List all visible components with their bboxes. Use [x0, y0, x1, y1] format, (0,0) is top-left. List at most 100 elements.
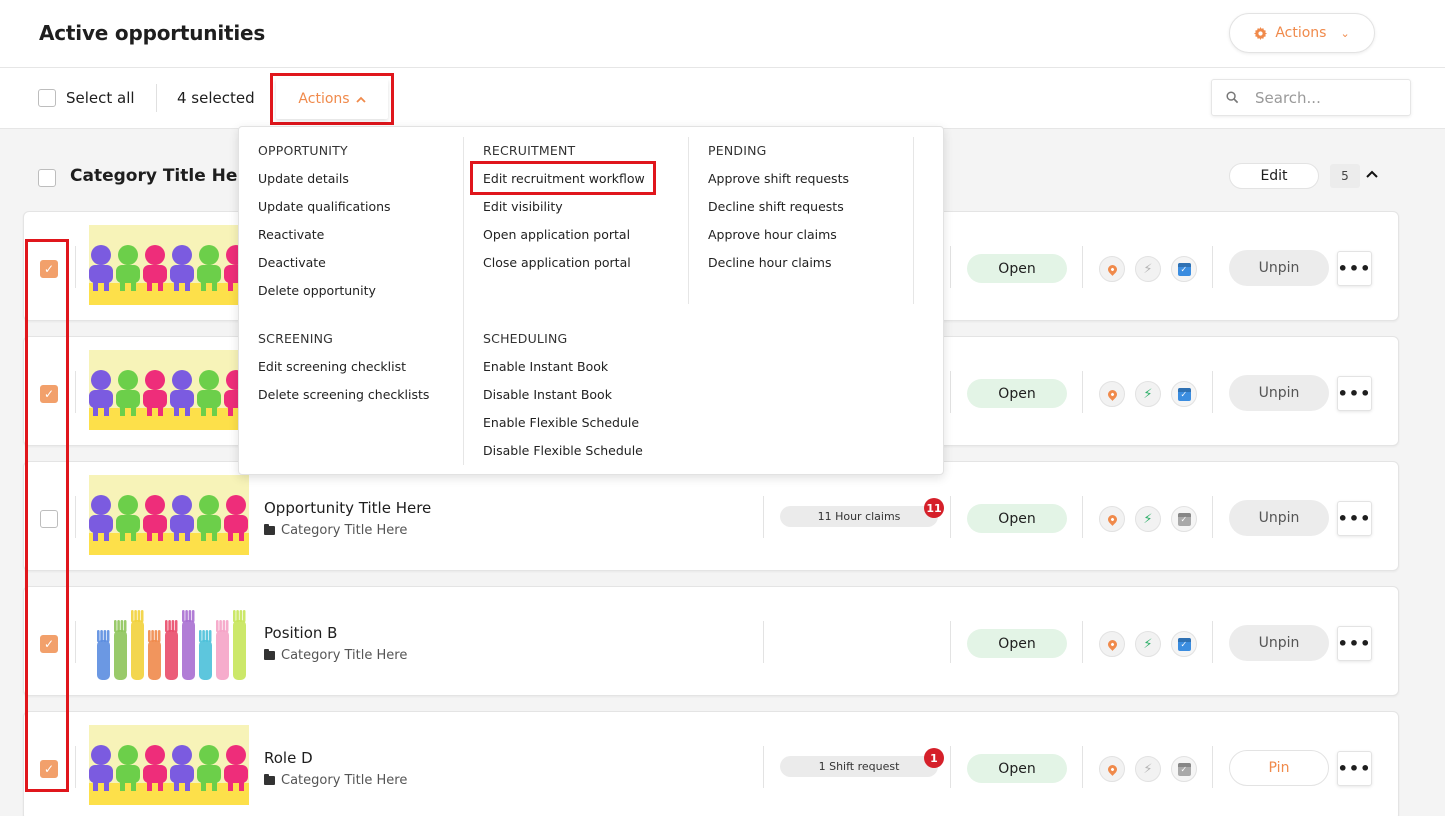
menu-item-approve-shift-requests[interactable]: Approve shift requests [708, 171, 849, 186]
card-divider [763, 621, 764, 663]
card-divider [1212, 246, 1213, 288]
more-horizontal-icon[interactable]: ••• [1337, 376, 1372, 411]
pending-count-badge: 1 [924, 748, 944, 768]
card-divider [1212, 621, 1213, 663]
select-all-checkbox[interactable] [38, 89, 56, 107]
search-box[interactable] [1211, 79, 1411, 116]
card-divider [1082, 621, 1083, 663]
card-divider [75, 246, 76, 288]
opportunity-thumbnail [89, 225, 249, 305]
pin-toggle-button[interactable]: Unpin [1229, 500, 1329, 536]
opportunity-checkbox[interactable]: ✓ [40, 635, 58, 653]
menu-item-open-application-portal[interactable]: Open application portal [483, 227, 630, 242]
opportunity-title[interactable]: Role D [264, 749, 313, 767]
chevron-up-icon[interactable] [1366, 166, 1378, 182]
location-pin-icon [1099, 506, 1125, 532]
card-divider [1082, 371, 1083, 413]
pin-toggle-button[interactable]: Unpin [1229, 625, 1329, 661]
menu-item-disable-flexible-schedule[interactable]: Disable Flexible Schedule [483, 443, 643, 458]
pin-toggle-button[interactable]: Unpin [1229, 375, 1329, 411]
opportunity-title[interactable]: Opportunity Title Here [264, 499, 431, 517]
menu-item-decline-shift-requests[interactable]: Decline shift requests [708, 199, 844, 214]
menu-column-1 [239, 137, 464, 465]
bulk-actions-highlight: Actions [270, 73, 394, 125]
more-horizontal-icon[interactable]: ••• [1337, 501, 1372, 536]
opportunity-checkbox[interactable]: ✓ [40, 760, 58, 778]
calendar-check-icon [1171, 256, 1197, 282]
menu-item-edit-screening-checklist[interactable]: Edit screening checklist [258, 359, 406, 374]
menu-heading-opportunity: OPPORTUNITY [258, 143, 348, 158]
menu-column-3 [688, 137, 914, 304]
opportunity-card[interactable]: Opportunity Title Here Category Title Her… [23, 461, 1399, 571]
opportunity-thumbnail [89, 475, 249, 555]
menu-item-deactivate[interactable]: Deactivate [258, 255, 326, 270]
menu-item-update-qualifications[interactable]: Update qualifications [258, 199, 391, 214]
card-divider [1212, 371, 1213, 413]
status-badge: Open [967, 629, 1067, 658]
menu-item-enable-flexible-schedule[interactable]: Enable Flexible Schedule [483, 415, 639, 430]
pending-pill[interactable]: 11 Hour claims [780, 506, 938, 527]
menu-item-delete-opportunity[interactable]: Delete opportunity [258, 283, 376, 298]
more-horizontal-icon[interactable]: ••• [1337, 751, 1372, 786]
menu-item-update-details[interactable]: Update details [258, 171, 349, 186]
category-select-checkbox[interactable] [38, 169, 56, 187]
opportunity-card[interactable]: ✓ Position B Category Title Here Open ⚡ Unpin… [23, 586, 1399, 696]
card-divider [1212, 496, 1213, 538]
header-actions-label: Actions [1275, 25, 1327, 41]
card-divider [763, 746, 764, 788]
opportunity-title[interactable]: Position B [264, 624, 337, 642]
bulk-actions-button[interactable]: Actions [276, 79, 388, 119]
card-divider [75, 371, 76, 413]
menu-item-reactivate[interactable]: Reactivate [258, 227, 324, 242]
menu-heading-recruitment: RECRUITMENT [483, 143, 576, 158]
header-actions-button[interactable]: Actions ⌄ [1229, 13, 1375, 53]
location-pin-icon [1099, 256, 1125, 282]
menu-item-edit-visibility[interactable]: Edit visibility [483, 199, 563, 214]
folder-icon [264, 524, 275, 535]
category-count-badge: 5 [1330, 164, 1360, 188]
menu-item-edit-recruitment-workflow[interactable]: Edit recruitment workflow [483, 171, 645, 186]
category-title: Category Title Here [70, 166, 258, 186]
card-divider [763, 496, 764, 538]
status-badge: Open [967, 754, 1067, 783]
category-edit-button[interactable]: Edit [1229, 163, 1319, 189]
pending-pill[interactable]: 1 Shift request [780, 756, 938, 777]
opportunity-category: Category Title Here [264, 523, 407, 538]
menu-heading-pending: PENDING [708, 143, 767, 158]
more-horizontal-icon[interactable]: ••• [1337, 626, 1372, 661]
pin-toggle-button[interactable]: Unpin [1229, 250, 1329, 286]
opportunity-thumbnail [89, 725, 249, 805]
opportunity-category-label: Category Title Here [281, 648, 408, 663]
bulk-actions-menu: OPPORTUNITY Update details Update qualif… [238, 126, 944, 475]
card-divider [1082, 496, 1083, 538]
menu-item-approve-hour-claims[interactable]: Approve hour claims [708, 227, 837, 242]
menu-heading-scheduling: SCHEDULING [483, 331, 568, 346]
opportunity-thumbnail [89, 350, 249, 430]
folder-icon [264, 649, 275, 660]
selection-toolbar: Select all 4 selected Actions [0, 68, 1445, 129]
card-divider [950, 621, 951, 663]
menu-item-disable-instant-book[interactable]: Disable Instant Book [483, 387, 612, 402]
lightning-bolt-icon: ⚡ [1135, 756, 1161, 782]
opportunity-card[interactable]: ✓ Role D Category Title Here 1 Shift reques… [23, 711, 1399, 816]
status-badge: Open [967, 504, 1067, 533]
opportunity-checkbox[interactable]: ✓ [40, 260, 58, 278]
menu-item-decline-hour-claims[interactable]: Decline hour claims [708, 255, 832, 270]
menu-item-close-application-portal[interactable]: Close application portal [483, 255, 631, 270]
opportunity-category: Category Title Here [264, 773, 407, 788]
select-all-label: Select all [66, 89, 135, 107]
card-divider [950, 246, 951, 288]
pin-toggle-button[interactable]: Pin [1229, 750, 1329, 786]
opportunity-category: Category Title Here [264, 648, 407, 663]
calendar-check-icon [1171, 506, 1197, 532]
card-divider [75, 621, 76, 663]
location-pin-icon [1099, 756, 1125, 782]
card-divider [950, 746, 951, 788]
opportunity-checkbox[interactable]: ✓ [40, 385, 58, 403]
search-input[interactable] [1255, 88, 1395, 107]
menu-item-delete-screening-checklists[interactable]: Delete screening checklists [258, 387, 429, 402]
menu-item-enable-instant-book[interactable]: Enable Instant Book [483, 359, 608, 374]
opportunity-checkbox[interactable] [40, 510, 58, 528]
gear-icon [1254, 26, 1268, 40]
more-horizontal-icon[interactable]: ••• [1337, 251, 1372, 286]
